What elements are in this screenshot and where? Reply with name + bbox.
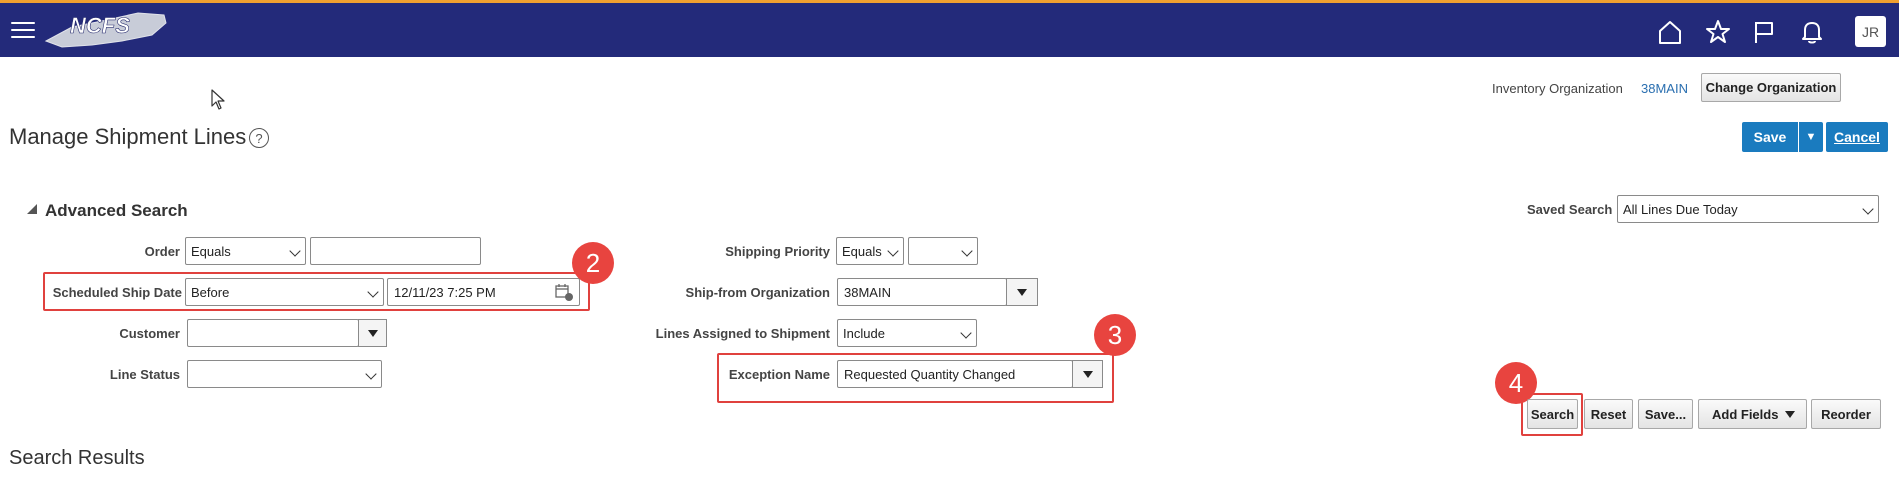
add-fields-label: Add Fields bbox=[1712, 406, 1779, 422]
page-title: Manage Shipment Lines bbox=[9, 124, 247, 149]
save-options-dropdown[interactable]: ▼ bbox=[1799, 122, 1823, 152]
saved-search-select[interactable]: All Lines Due Today bbox=[1617, 195, 1879, 223]
ship-from-org-input[interactable]: 38MAIN bbox=[837, 278, 1007, 306]
triangle-down-icon bbox=[1017, 288, 1027, 296]
order-label: Order bbox=[144, 244, 180, 259]
calendar-icon[interactable] bbox=[554, 282, 574, 302]
scheduled-ship-date-operator-select[interactable]: Before bbox=[185, 278, 384, 306]
triangle-down-icon bbox=[367, 329, 378, 337]
collapse-triangle-icon[interactable] bbox=[27, 204, 37, 214]
line-status-label: Line Status bbox=[109, 367, 180, 382]
exception-name-dropdown-button[interactable] bbox=[1072, 360, 1103, 388]
lines-assigned-value: Include bbox=[843, 325, 885, 341]
customer-input[interactable] bbox=[187, 319, 359, 347]
customer-dropdown-button[interactable] bbox=[358, 319, 387, 347]
step-4-badge: 4 bbox=[1495, 362, 1537, 404]
customer-label: Customer bbox=[119, 326, 180, 341]
advanced-search-title: Advanced Search bbox=[45, 201, 188, 220]
user-avatar[interactable]: JR bbox=[1855, 16, 1886, 47]
chevron-down-icon bbox=[367, 286, 379, 298]
chevron-down-icon bbox=[1862, 203, 1874, 215]
ship-from-org-dropdown-button[interactable] bbox=[1006, 278, 1038, 306]
lines-assigned-select[interactable]: Include bbox=[837, 319, 977, 347]
saved-search-label: Saved Search bbox=[1527, 202, 1613, 217]
chevron-down-icon bbox=[961, 245, 973, 257]
star-icon[interactable] bbox=[1704, 18, 1732, 46]
cancel-button[interactable]: Cancel bbox=[1826, 122, 1888, 152]
step-2-badge: 2 bbox=[572, 242, 614, 284]
lines-assigned-label: Lines Assigned to Shipment bbox=[655, 326, 830, 341]
add-fields-button[interactable]: Add Fields bbox=[1698, 399, 1807, 429]
shipping-priority-label: Shipping Priority bbox=[725, 244, 830, 259]
order-operator-value: Equals bbox=[191, 243, 231, 259]
shipping-priority-operator-value: Equals bbox=[842, 243, 882, 259]
home-icon[interactable] bbox=[1656, 18, 1684, 46]
search-results-title: Search Results bbox=[9, 447, 145, 469]
order-input[interactable] bbox=[310, 237, 481, 265]
reorder-button[interactable]: Reorder bbox=[1811, 399, 1881, 429]
mouse-cursor-icon bbox=[211, 89, 225, 110]
bell-icon[interactable] bbox=[1798, 18, 1826, 46]
reset-button[interactable]: Reset bbox=[1584, 399, 1633, 429]
help-icon[interactable]: ? bbox=[249, 128, 269, 148]
order-operator-select[interactable]: Equals bbox=[185, 237, 306, 265]
ship-date-value: 12/11/23 7:25 PM bbox=[394, 284, 496, 300]
ship-from-org-label: Ship-from Organization bbox=[685, 285, 830, 300]
navigator-menu-icon[interactable] bbox=[11, 22, 35, 40]
ncfs-logo[interactable]: NCFS bbox=[42, 5, 172, 53]
search-button[interactable]: Search bbox=[1527, 399, 1578, 429]
scheduled-ship-date-input[interactable]: 12/11/23 7:25 PM bbox=[387, 278, 580, 306]
saved-search-value: All Lines Due Today bbox=[1623, 201, 1738, 217]
shipping-priority-value-select[interactable] bbox=[908, 237, 978, 265]
chevron-down-icon bbox=[365, 368, 377, 380]
inventory-org-value: 38MAIN bbox=[1641, 81, 1688, 96]
triangle-down-icon bbox=[1082, 370, 1093, 378]
chevron-down-icon bbox=[289, 245, 301, 257]
save-search-button[interactable]: Save... bbox=[1638, 399, 1693, 429]
step-3-badge: 3 bbox=[1094, 314, 1136, 356]
line-status-select[interactable] bbox=[187, 360, 382, 388]
save-button[interactable]: Save bbox=[1742, 122, 1798, 152]
global-header: NCFS JR bbox=[0, 0, 1899, 57]
shipping-priority-operator-select[interactable]: Equals bbox=[836, 237, 904, 265]
exception-name-label: Exception Name bbox=[728, 367, 830, 382]
exception-name-input[interactable]: Requested Quantity Changed bbox=[837, 360, 1073, 388]
chevron-down-icon bbox=[960, 327, 972, 339]
scheduled-ship-date-label: Scheduled Ship Date bbox=[52, 285, 182, 300]
flag-icon[interactable] bbox=[1750, 18, 1778, 46]
svg-text:NCFS: NCFS bbox=[70, 13, 130, 38]
triangle-down-icon bbox=[1785, 411, 1795, 418]
ship-date-operator-value: Before bbox=[191, 284, 230, 300]
chevron-down-icon bbox=[887, 245, 899, 257]
inventory-org-label: Inventory Organization bbox=[1492, 81, 1623, 96]
change-organization-button[interactable]: Change Organization bbox=[1701, 73, 1841, 102]
